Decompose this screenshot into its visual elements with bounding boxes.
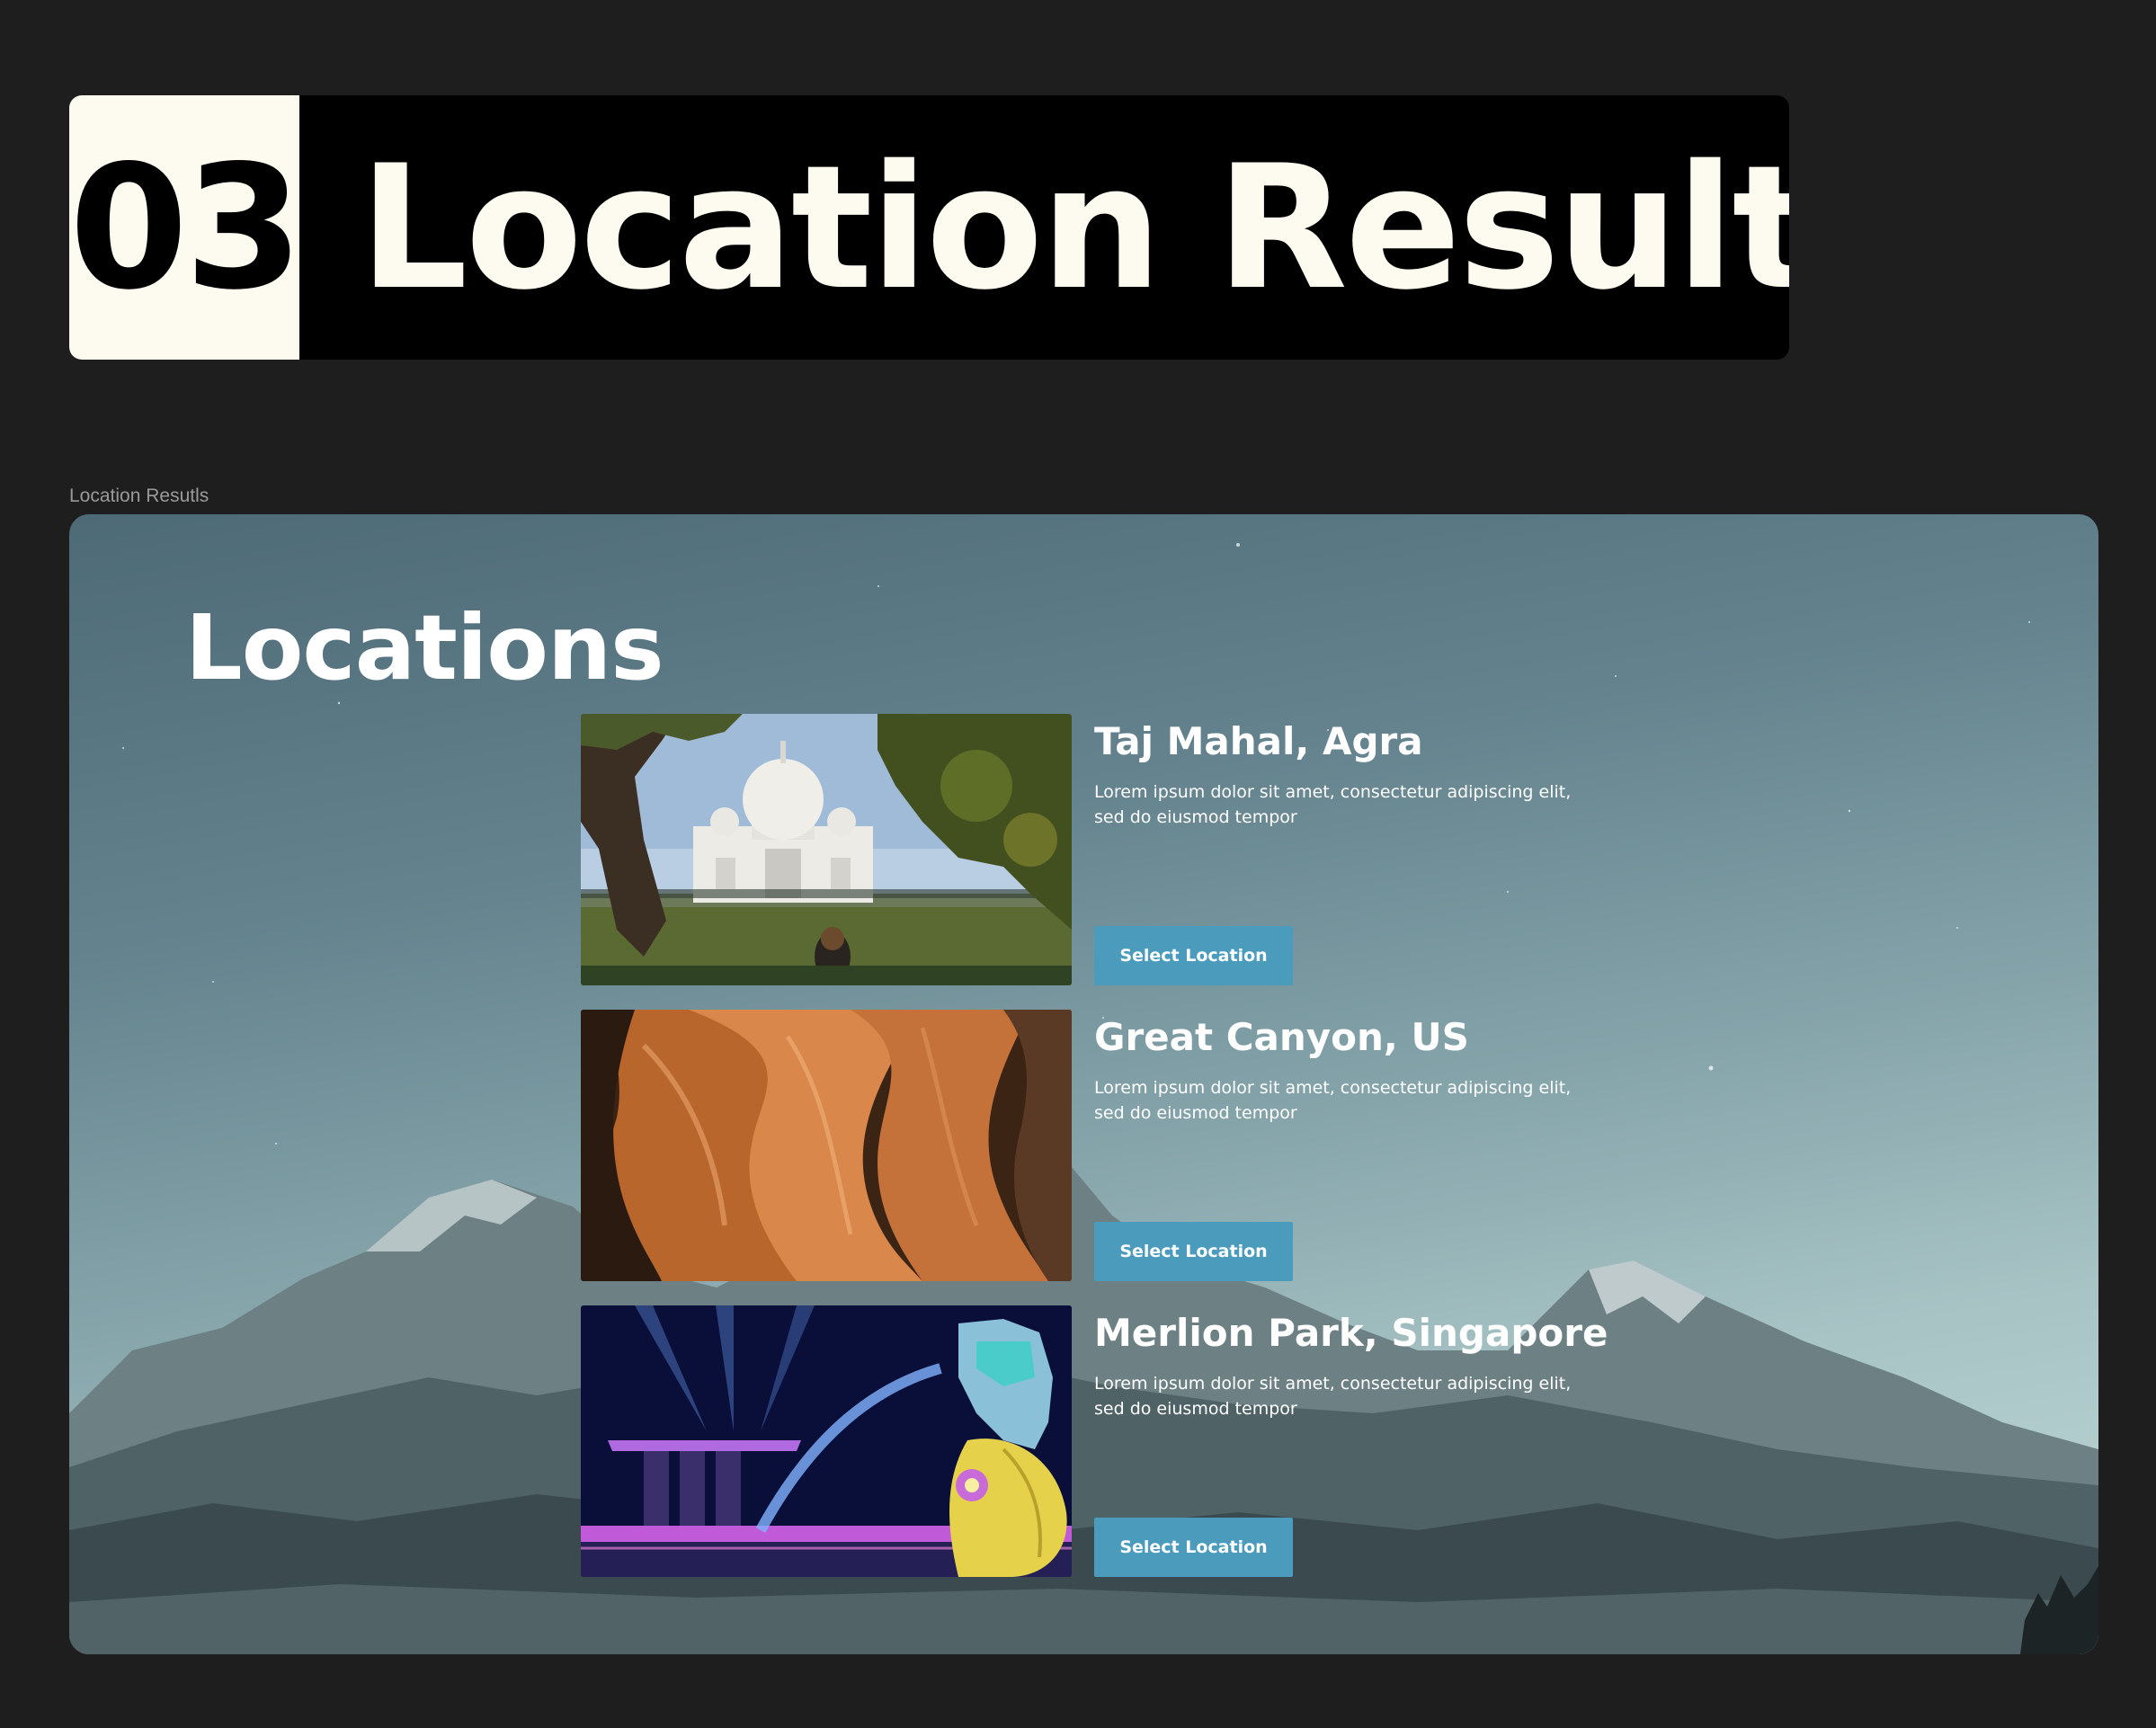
select-location-button[interactable]: Select Location: [1094, 1518, 1293, 1577]
location-description: Lorem ipsum dolor sit amet, consectetur …: [1094, 1078, 1572, 1123]
canyon-photo: [581, 1010, 1072, 1281]
location-results-frame: Locations Taj Mahal, Agra Lorem ipsum do…: [69, 514, 2098, 1654]
section-number: 03: [69, 95, 303, 360]
location-name: Taj Mahal, Agra: [1094, 719, 1423, 763]
locations-heading: Locations: [185, 595, 664, 700]
location-card-taj-mahal[interactable]: Taj Mahal, Agra Lorem ipsum dolor sit am…: [581, 714, 1660, 985]
location-name: Great Canyon, US: [1094, 1015, 1469, 1059]
frame-label[interactable]: Location Resutls: [69, 485, 209, 507]
section-title: Location Results: [359, 128, 1789, 327]
location-card-merlion-park[interactable]: Merlion Park, Singapore Lorem ipsum dolo…: [581, 1305, 1660, 1577]
select-location-button[interactable]: Select Location: [1094, 926, 1293, 985]
location-name: Merlion Park, Singapore: [1094, 1311, 1608, 1355]
select-location-button[interactable]: Select Location: [1094, 1222, 1293, 1281]
section-header: 03 Location Results: [69, 95, 1789, 360]
location-description: Lorem ipsum dolor sit amet, consectetur …: [1094, 1374, 1572, 1419]
location-card-great-canyon[interactable]: Great Canyon, US Lorem ipsum dolor sit a…: [581, 1010, 1660, 1281]
merlion-photo: [581, 1305, 1072, 1577]
taj-mahal-photo: [581, 714, 1072, 985]
location-description: Lorem ipsum dolor sit amet, consectetur …: [1094, 782, 1572, 827]
